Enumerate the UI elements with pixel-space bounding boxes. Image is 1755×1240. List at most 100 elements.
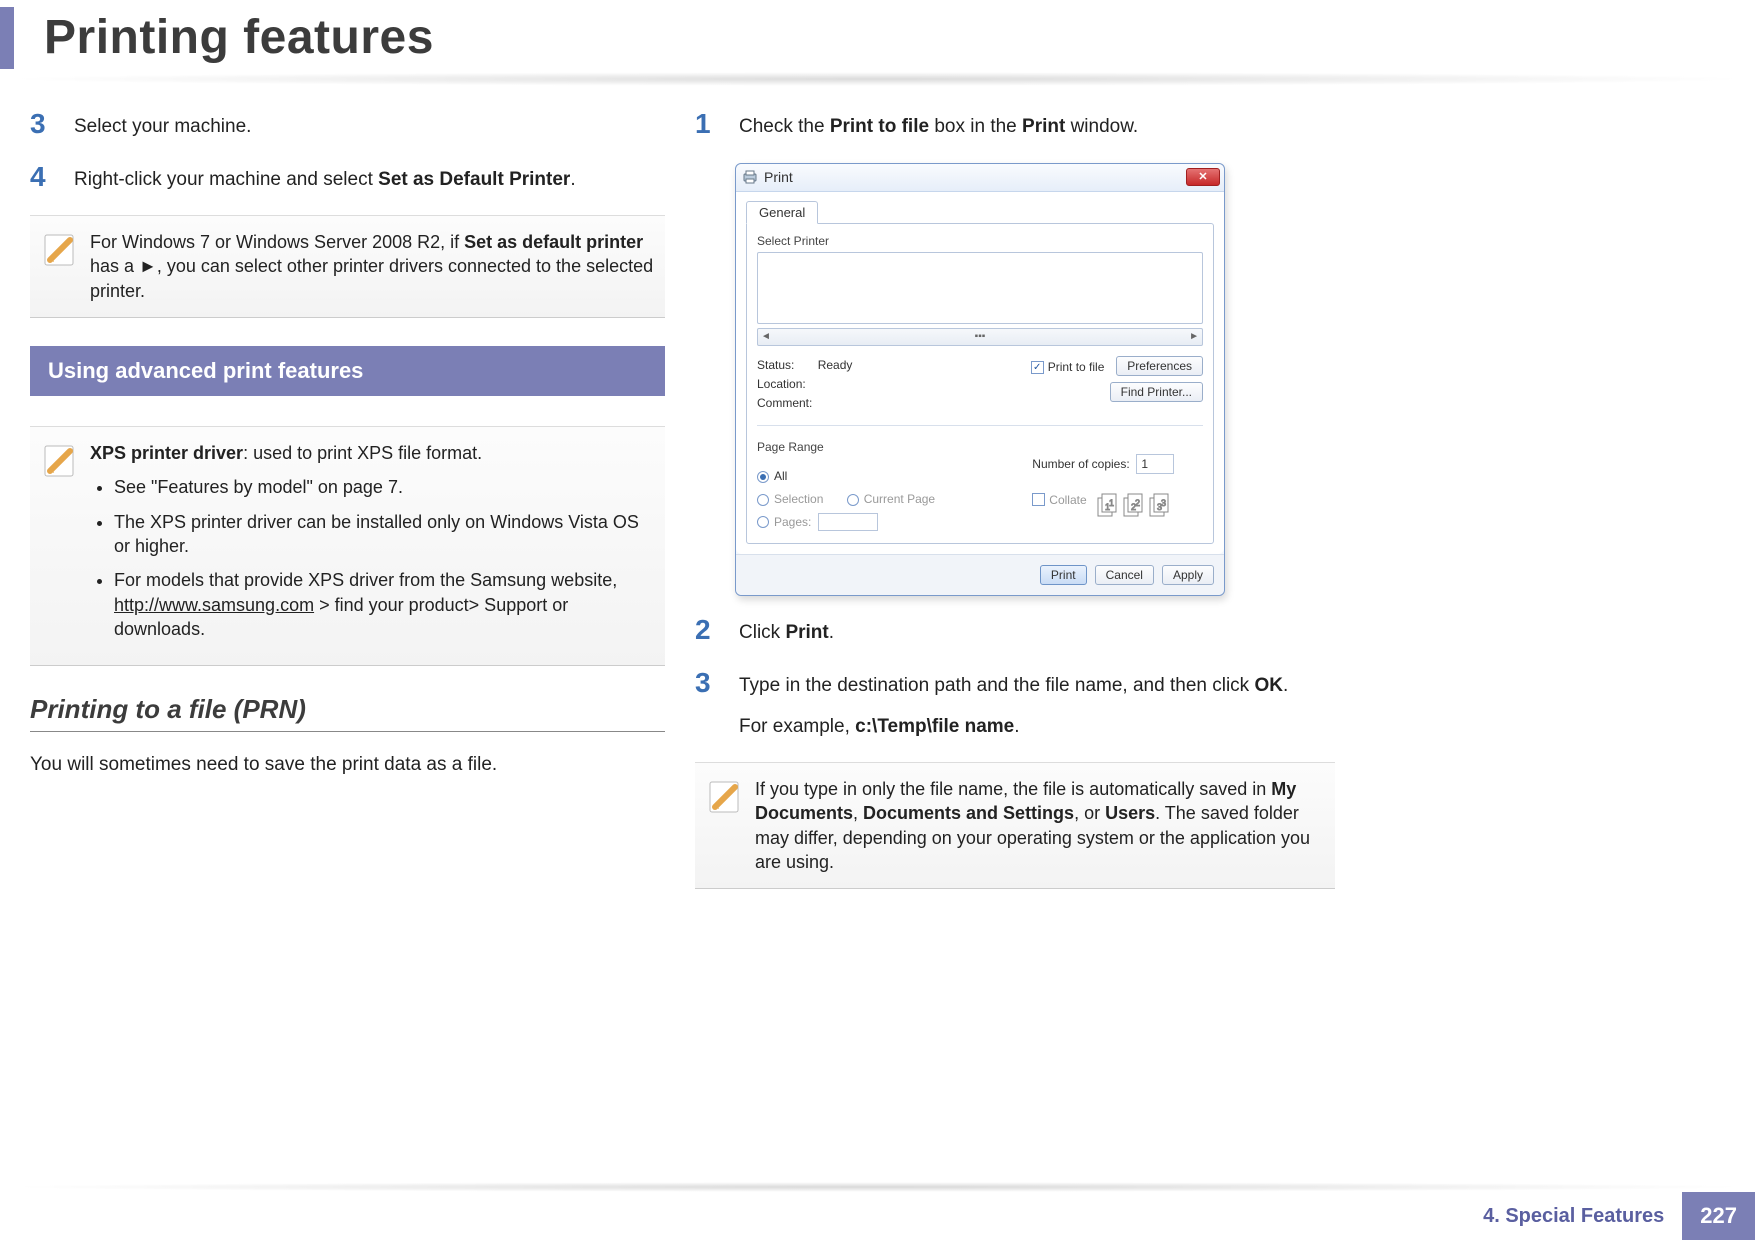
text-part: . — [829, 622, 834, 643]
dialog-title: Print — [764, 169, 793, 185]
radio-pages-label: Pages: — [774, 515, 811, 529]
radio-selection[interactable] — [757, 494, 769, 506]
scroll-thumb[interactable]: ▪▪▪ — [975, 331, 986, 342]
copies-spinner[interactable]: 1 — [1136, 454, 1174, 474]
text-bold: Print — [785, 622, 828, 643]
text-part: window. — [1065, 116, 1138, 137]
collate-label: Collate — [1049, 493, 1086, 507]
checkbox-label: Print to file — [1048, 360, 1105, 374]
pencil-note-icon — [40, 441, 80, 481]
right-column: 1 Check the Print to file box in the Pri… — [695, 110, 1335, 917]
text-bold: Users — [1105, 803, 1155, 823]
note-box-3: If you type in only the file name, the f… — [695, 762, 1335, 889]
step-number: 3 — [30, 110, 74, 138]
text-part: box in the — [929, 116, 1022, 137]
scroll-left-arrow[interactable]: ◄ — [761, 331, 771, 342]
header-accent — [0, 7, 14, 69]
text-bold: XPS printer driver — [90, 443, 243, 463]
comment-label: Comment: — [757, 394, 852, 413]
collate-preview-icon: 11 22 33 — [1096, 488, 1176, 518]
text-part: Right-click your machine and select — [74, 169, 378, 190]
cancel-button[interactable]: Cancel — [1095, 565, 1154, 585]
printer-icon — [742, 169, 758, 185]
find-printer-button[interactable]: Find Printer... — [1110, 382, 1203, 402]
bullet-item: For models that provide XPS driver from … — [114, 568, 655, 641]
step-number: 1 — [695, 110, 739, 138]
text-part: Type in the destination path and the fil… — [739, 675, 1254, 696]
svg-text:3: 3 — [1161, 498, 1166, 508]
copies-value: 1 — [1141, 457, 1148, 471]
select-printer-label: Select Printer — [757, 234, 1203, 248]
footer-chapter: 4. Special Features — [1465, 1192, 1682, 1240]
horizontal-scrollbar[interactable]: ◄ ▪▪▪ ► — [757, 328, 1203, 346]
subsection-heading: Printing to a file (PRN) — [30, 694, 665, 732]
text-part: For models that provide XPS driver from … — [114, 570, 617, 590]
svg-text:1: 1 — [1109, 498, 1114, 508]
general-panel: Select Printer ◄ ▪▪▪ ► Status: Ready Loc… — [746, 223, 1214, 545]
step-text: Check the Print to file box in the Print… — [739, 110, 1138, 141]
step-4: 4 Right-click your machine and select Se… — [30, 163, 665, 194]
radio-selection-label: Selection — [774, 492, 823, 506]
header-shadow — [0, 72, 1755, 86]
note-text: If you type in only the file name, the f… — [755, 777, 1325, 874]
close-button[interactable]: ✕ — [1186, 168, 1220, 186]
print-to-file-checkbox[interactable]: ✓ Print to file — [1031, 360, 1105, 374]
radio-pages[interactable] — [757, 516, 769, 528]
text-part: For Windows 7 or Windows Server 2008 R2,… — [90, 232, 464, 252]
scroll-right-arrow[interactable]: ► — [1189, 331, 1199, 342]
status-label: Status: — [757, 358, 794, 372]
step-2: 2 Click Print. — [695, 616, 1335, 647]
text-part: . — [1283, 675, 1288, 696]
footer-page-number: 227 — [1682, 1192, 1755, 1240]
tab-general[interactable]: General — [746, 201, 818, 224]
note-bullet-list: See "Features by model" on page 7. The X… — [114, 475, 655, 641]
printer-list[interactable] — [757, 252, 1203, 324]
radio-current-page[interactable] — [847, 494, 859, 506]
left-column: 3 Select your machine. 4 Right-click you… — [30, 110, 665, 779]
dialog-titlebar: Print ✕ — [736, 164, 1224, 192]
step-3-right: 3 Type in the destination path and the f… — [695, 669, 1335, 740]
link-text[interactable]: http://www.samsung.com — [114, 595, 314, 615]
step-number: 3 — [695, 669, 739, 697]
text-bold: OK — [1254, 675, 1283, 696]
svg-text:2: 2 — [1135, 498, 1140, 508]
text-bold: Print to file — [830, 116, 929, 137]
text-bold: Documents and Settings — [863, 803, 1074, 823]
step-3: 3 Select your machine. — [30, 110, 665, 141]
radio-all-label: All — [774, 469, 787, 483]
apply-button[interactable]: Apply — [1162, 565, 1214, 585]
note-text: XPS printer driver: used to print XPS fi… — [90, 441, 655, 651]
text-part: Check the — [739, 116, 830, 137]
text-part: , — [853, 803, 863, 823]
status-block: Status: Ready Location: Comment: — [757, 356, 852, 414]
text-bold: Set as Default Printer — [378, 169, 570, 190]
pencil-note-icon — [40, 230, 80, 270]
text-part: . — [570, 169, 575, 190]
print-dialog-screenshot: Print ✕ General Select Printer ◄ ▪▪▪ ► S… — [735, 163, 1225, 597]
note-text: For Windows 7 or Windows Server 2008 R2,… — [90, 230, 655, 303]
page-title: Printing features — [44, 10, 434, 65]
text-part: has a ►, you can select other printer dr… — [90, 256, 653, 300]
checkbox-icon: ✓ — [1031, 361, 1044, 374]
note-box-1: For Windows 7 or Windows Server 2008 R2,… — [30, 215, 665, 318]
body-paragraph: You will sometimes need to save the prin… — [30, 752, 665, 779]
page-header: Printing features — [0, 0, 1580, 75]
step-number: 4 — [30, 163, 74, 191]
preferences-button[interactable]: Preferences — [1116, 356, 1203, 376]
radio-all[interactable] — [757, 471, 769, 483]
pages-input[interactable] — [818, 513, 878, 531]
checkbox-icon — [1032, 493, 1045, 506]
pencil-note-icon — [705, 777, 745, 817]
page-footer: 4. Special Features 227 — [0, 1192, 1755, 1240]
step-text: Type in the destination path and the fil… — [739, 669, 1288, 740]
page-range-label: Page Range — [757, 436, 1002, 459]
bullet-item: See "Features by model" on page 7. — [114, 475, 655, 499]
text-part: Click — [739, 622, 785, 643]
section-heading-bar: Using advanced print features — [30, 346, 665, 396]
step-1: 1 Check the Print to file box in the Pri… — [695, 110, 1335, 141]
text-part: , or — [1074, 803, 1105, 823]
text-part: For example, — [739, 716, 855, 737]
copies-label: Number of copies: — [1032, 457, 1129, 471]
collate-checkbox[interactable]: Collate — [1032, 493, 1086, 507]
print-button[interactable]: Print — [1040, 565, 1087, 585]
